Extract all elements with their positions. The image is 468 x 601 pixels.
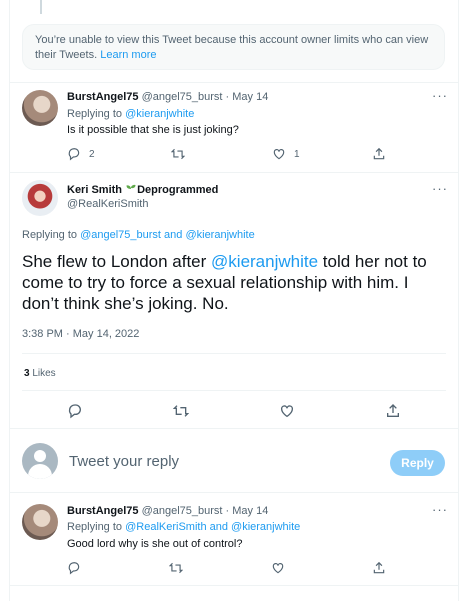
divider [22, 353, 446, 354]
tweet-text: Good lord why is she out of control? [67, 538, 243, 550]
likes-label: Likes [29, 368, 56, 379]
reply-icon [68, 404, 81, 419]
reply-button[interactable]: 2 [67, 147, 95, 161]
more-icon[interactable]: ··· [432, 88, 448, 103]
heart-icon [272, 563, 284, 574]
heart-icon [273, 149, 285, 160]
reply-button[interactable] [67, 403, 83, 419]
reply-input[interactable]: Tweet your reply [69, 453, 179, 470]
author-handle[interactable]: @angel75_burst [142, 91, 223, 103]
divider [22, 390, 446, 391]
retweet-button[interactable] [173, 403, 189, 419]
tweet-date[interactable]: May 14 [232, 505, 268, 517]
thread-connector [40, 0, 42, 14]
divider [9, 492, 459, 493]
reply-button[interactable] [67, 561, 81, 575]
divider [9, 82, 459, 83]
reply-count: 2 [89, 148, 95, 160]
replying-and: and [160, 229, 186, 241]
separator-dot: · [222, 505, 233, 517]
replying-label: Replying to [22, 229, 81, 241]
heart-icon [281, 405, 293, 418]
avatar [22, 443, 58, 479]
avatar[interactable] [22, 504, 58, 540]
separator-dot: · [222, 91, 233, 103]
mention-link[interactable]: @kieranjwhite [231, 521, 300, 533]
divider [9, 428, 459, 429]
mention-link[interactable]: @kieranjwhite [185, 229, 254, 241]
author-name[interactable]: Keri Smith [67, 184, 122, 196]
tweet-text: Is it possible that she is just joking? [67, 124, 239, 136]
share-button[interactable] [372, 147, 386, 161]
reply-icon [68, 148, 80, 161]
replying-label: Replying to [67, 108, 126, 120]
retweet-icon [169, 562, 183, 574]
author-name[interactable]: BurstAngel75 [67, 505, 139, 517]
like-count: 1 [294, 148, 300, 160]
author-handle[interactable]: @angel75_burst [142, 505, 223, 517]
share-icon [373, 147, 385, 160]
seedling-icon [126, 184, 136, 194]
mention-link[interactable]: @RealKeriSmith [125, 521, 206, 533]
likes-stat[interactable]: 3 Likes [24, 368, 56, 379]
avatar[interactable] [22, 180, 58, 216]
share-button[interactable] [385, 403, 401, 419]
divider [9, 585, 459, 586]
tweet-text-part: She flew to London after [22, 252, 212, 271]
author-name[interactable]: BurstAngel75 [67, 91, 139, 103]
author-handle[interactable]: @RealKeriSmith [67, 198, 148, 210]
mention-link[interactable]: @kieranjwhite [125, 108, 194, 120]
like-button[interactable]: 1 [272, 147, 300, 161]
mention-link[interactable]: @kieranjwhite [211, 252, 318, 271]
tweet-text: She flew to London after @kieranjwhite t… [22, 251, 442, 314]
notice-text: You’re unable to view this Tweet because… [35, 34, 429, 61]
reply-icon [68, 562, 80, 575]
share-button[interactable] [372, 561, 386, 575]
like-button[interactable] [271, 561, 285, 575]
mention-link[interactable]: @angel75_burst [80, 229, 161, 241]
retweet-icon [171, 148, 185, 160]
share-icon [373, 561, 385, 574]
reply-submit-button[interactable]: Reply [390, 450, 445, 476]
replying-and: and [206, 521, 232, 533]
more-icon[interactable]: ··· [432, 181, 448, 196]
divider [9, 172, 459, 173]
like-button[interactable] [279, 403, 295, 419]
tweet-timestamp[interactable]: 3:38 PM · May 14, 2022 [22, 328, 139, 340]
avatar[interactable] [22, 90, 58, 126]
retweet-icon [173, 405, 189, 417]
replying-label: Replying to [67, 521, 126, 533]
tweet-date[interactable]: May 14 [232, 91, 268, 103]
learn-more-link[interactable]: Learn more [100, 49, 156, 61]
retweet-button[interactable] [171, 147, 193, 161]
author-name-suffix[interactable]: Deprogrammed [137, 184, 218, 196]
share-icon [387, 404, 399, 417]
retweet-button[interactable] [169, 561, 183, 575]
more-icon[interactable]: ··· [432, 502, 448, 517]
restricted-tweet-notice: You’re unable to view this Tweet because… [22, 24, 445, 70]
